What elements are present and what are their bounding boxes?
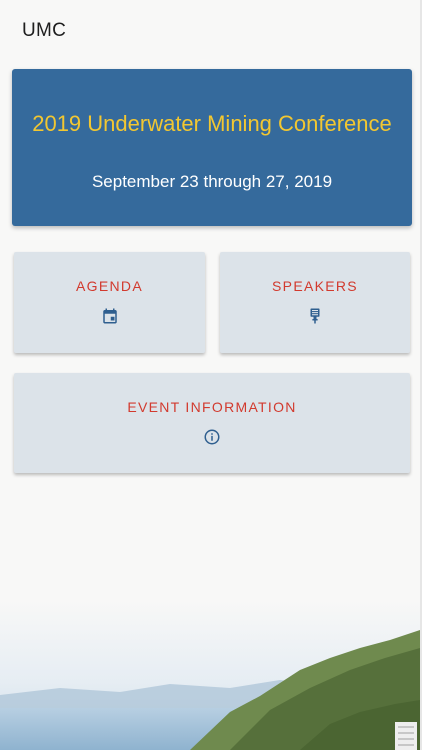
app-bar: UMC [0,0,420,62]
app-screen: UMC 2019 Underwater Mining Conference Se… [0,0,422,750]
event-information-button[interactable]: EVENT INFORMATION [14,373,410,473]
microphone-icon [310,308,320,324]
speakers-label: SPEAKERS [272,278,358,294]
speakers-button[interactable]: SPEAKERS [220,252,410,353]
info-icon [204,429,220,445]
conference-dates: September 23 through 27, 2019 [91,172,333,191]
event-information-label: EVENT INFORMATION [127,399,297,415]
agenda-label: AGENDA [76,278,143,294]
conference-banner: 2019 Underwater Mining Conference Septem… [12,69,412,226]
calendar-icon [102,308,117,324]
coastal-background-image [0,600,420,750]
app-title: UMC [22,20,67,41]
agenda-button[interactable]: AGENDA [14,252,205,353]
conference-title: 2019 Underwater Mining Conference [32,111,392,136]
